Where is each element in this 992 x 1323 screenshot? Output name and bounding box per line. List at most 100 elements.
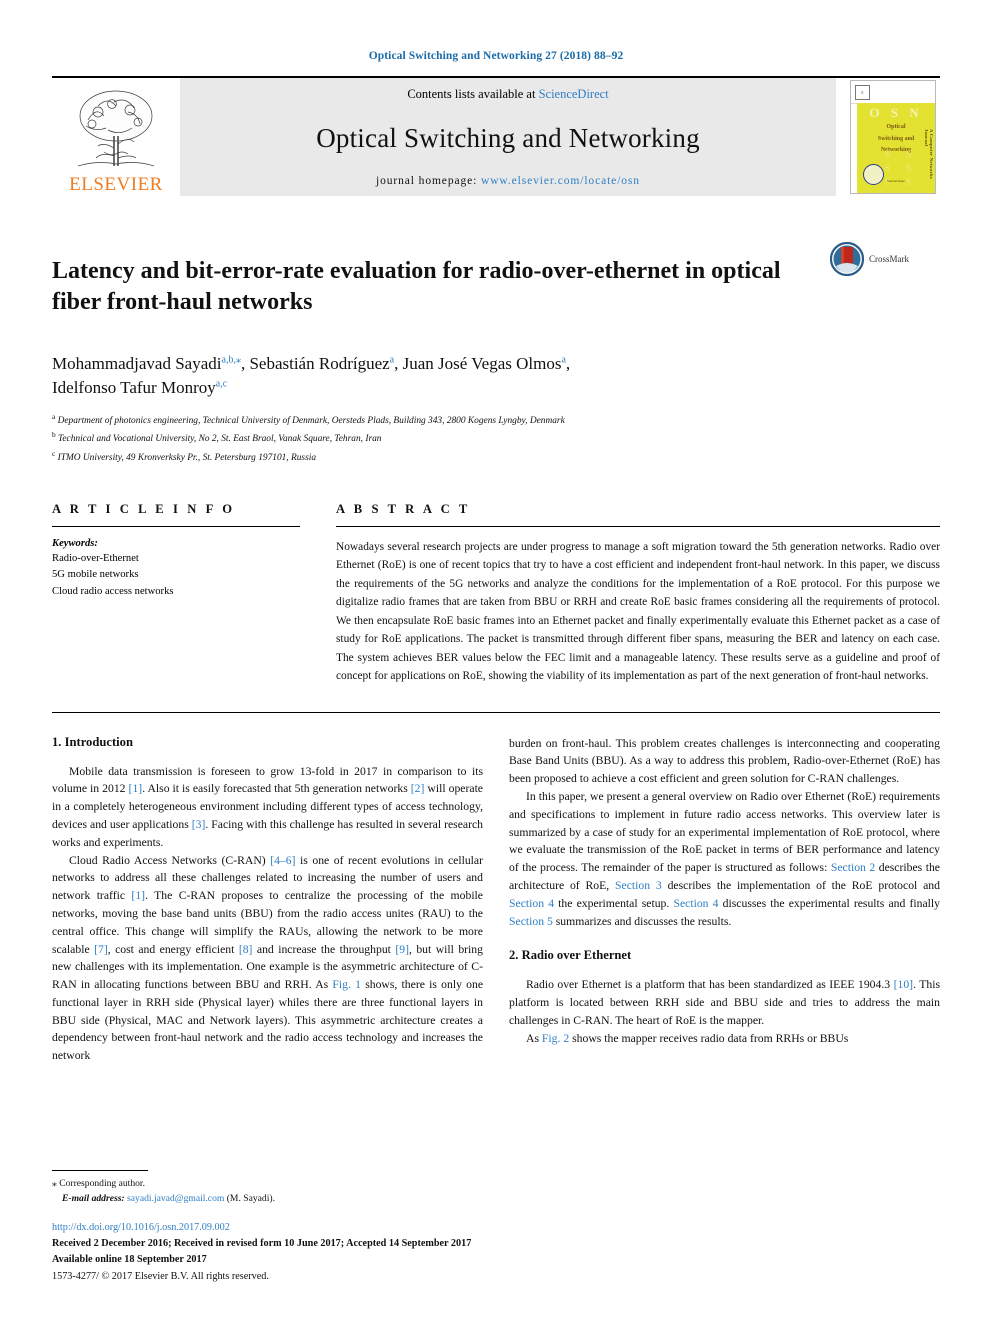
author-affil-sup-4: a,c [215,378,228,390]
available-online-date: Available online 18 September 2017 [52,1254,207,1266]
citation-link[interactable]: [9] [395,943,409,956]
citation-link[interactable]: [7] [94,943,108,956]
abstract-column: A B S T R A C T Nowadays several researc… [336,502,940,686]
article-info-heading: A R T I C L E I N F O [52,501,236,516]
masthead-center: Contents lists available at ScienceDirec… [180,78,836,196]
article-info-column: A R T I C L E I N F O Keywords: Radio-ov… [52,502,300,686]
cover-acronym: O S N [869,105,923,120]
text-run: shows the mapper receives radio data fro… [569,1031,849,1045]
section-link[interactable]: Section 3 [615,879,662,892]
keyword-item: Cloud radio access networks [52,585,174,597]
journal-title: Optical Switching and Networking [316,123,700,153]
citation-link[interactable]: [10] [894,978,913,991]
journal-masthead: ELSEVIER Contents lists available at Sci… [52,76,940,196]
email-suffix: (M. Sayadi). [224,1193,275,1205]
roe-paragraph-2: As Fig. 2 shows the mapper receives radi… [509,1030,940,1048]
corresponding-author-note: ⁎ Corresponding author. [52,1176,482,1192]
keywords-label: Keywords: [52,537,98,549]
page-title: Latency and bit-error-rate evaluation fo… [52,258,781,315]
sciencedirect-link[interactable]: ScienceDirect [539,87,609,101]
affiliation-text-b: Technical and Vocational University, No … [58,434,382,445]
cover-special-issue-label: Special Issue [887,179,905,184]
section-link[interactable]: Section 5 [509,915,553,928]
body-separator-rule [52,711,940,713]
affiliation-marker-a: a [52,411,56,421]
author-sep-2: , [394,353,403,373]
body-columns: 1. Introduction Mobile data transmission… [52,735,940,1165]
citation-link[interactable]: [1] [131,889,145,902]
received-dates: Received 2 December 2016; Received in re… [52,1238,472,1250]
author-list: Mohammadjavad Sayadia,b,⁎, Sebastián Rod… [52,352,940,401]
corresponding-text: Corresponding author. [56,1177,145,1189]
elsevier-logo: ELSEVIER [52,78,180,196]
cover-body: S S S S S S O S N Optical Switching and … [857,103,935,193]
cover-image: E S S S S S S O S N Optical Switching an… [850,80,936,194]
intro-paragraph-1: Mobile data transmission is foreseen to … [52,763,483,852]
email-label: E-mail address: [62,1193,125,1205]
keyword-item: Radio-over-Ethernet [52,552,139,564]
journal-cover-thumbnail: E S S S S S S O S N Optical Switching an… [836,78,940,196]
figure-link[interactable]: Fig. 2 [542,1032,569,1045]
article-info-rule [52,525,300,527]
doi-link[interactable]: http://dx.doi.org/10.1016/j.osn.2017.09.… [52,1220,482,1236]
email-link[interactable]: sayadi.javad@gmail.com [127,1193,224,1204]
author-name-2: Sebastián Rodríguez [249,353,390,373]
left-column: 1. Introduction Mobile data transmission… [52,735,483,1165]
citation-link[interactable]: [1] [129,782,143,795]
elsevier-wordmark: ELSEVIER [69,174,163,195]
text-run: describes the implementation of the RoE … [661,878,940,892]
section-heading-introduction: 1. Introduction [52,734,133,749]
affiliation-text-a: Department of photonics engineering, Tec… [57,416,565,426]
section-link[interactable]: Section 4 [673,897,718,910]
copyright-line: 1573-4277/ © 2017 Elsevier B.V. All righ… [52,1270,269,1282]
cover-seal-icon [863,164,884,185]
crossmark-icon [830,242,864,276]
running-head: Optical Switching and Networking 27 (201… [368,50,624,62]
abstract-text: Nowadays several research projects are u… [336,540,940,683]
right-paragraph-2: In this paper, we present a general over… [509,788,940,930]
keyword-item: 5G mobile networks [52,569,139,581]
text-run: . Also it is easily forecasted that 5th … [142,782,411,796]
figure-link[interactable]: Fig. 1 [332,978,361,991]
text-run: Radio over Ethernet is a platform that h… [526,978,894,992]
affiliation-text-c: ITMO University, 49 Kronverksky Pr., St.… [57,452,317,463]
publication-metadata: http://dx.doi.org/10.1016/j.osn.2017.09.… [52,1220,482,1285]
cover-elsevier-icon: E [855,84,870,100]
affiliation-item: b Technical and Vocational University, N… [52,429,940,447]
intro-paragraph-2: Cloud Radio Access Networks (C-RAN) [4–6… [52,852,483,1065]
right-paragraph-1: burden on front-haul. This problem creat… [509,736,940,786]
contents-prefix: Contents lists available at [407,87,539,101]
citation-link[interactable]: [8] [239,943,253,956]
section-heading-radio-over-ethernet: 2. Radio over Ethernet [509,948,632,963]
title-block: Latency and bit-error-rate evaluation fo… [52,240,940,334]
section-link[interactable]: Section 2 [831,861,875,874]
homepage-prefix: journal homepage: [376,175,481,187]
text-run: the experimental setup. [554,896,674,910]
citation-link[interactable]: [4–6] [270,854,295,867]
author-sep-3: , [565,353,571,373]
elsevier-tree-icon [77,90,155,167]
text-run: , cost and energy efficient [107,942,239,956]
author-name-3: Juan José Vegas Olmos [402,353,562,373]
text-run: Cloud Radio Access Networks (C-RAN) [69,853,271,867]
citation-link[interactable]: [3] [192,818,206,831]
text-run: discusses the experimental results and f… [718,896,941,910]
section-link[interactable]: Section 4 [509,897,554,910]
journal-homepage-url[interactable]: www.elsevier.com/locate/osn [481,175,640,187]
journal-homepage-line: journal homepage: www.elsevier.com/locat… [376,175,640,187]
crossmark-badge[interactable]: CrossMark [830,240,940,276]
text-run: and increase the throughput [252,942,396,956]
right-column: burden on front-haul. This problem creat… [509,735,940,1165]
abstract-rule [336,525,940,527]
text-run: summarizes and discusses the results. [552,914,732,928]
affiliation-marker-c: c [52,448,56,458]
info-abstract-row: A R T I C L E I N F O Keywords: Radio-ov… [52,502,940,686]
footnote-block: ⁎ Corresponding author. E-mail address: … [52,1169,482,1285]
crossmark-label: CrossMark [869,254,909,264]
cover-header-strip: E [851,81,935,104]
citation-link[interactable]: [2] [411,782,425,795]
author-affil-sup-1: a,b, [221,353,236,365]
affiliation-marker-b: b [52,430,56,440]
roe-paragraph-1: Radio over Ethernet is a platform that h… [509,976,940,1029]
affiliation-item: c ITMO University, 49 Kronverksky Pr., S… [52,448,940,466]
